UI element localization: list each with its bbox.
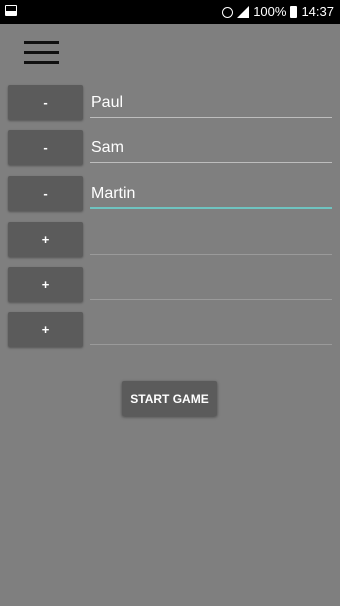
- battery-percent: 100%: [253, 4, 287, 19]
- player-name-input[interactable]: [90, 130, 332, 163]
- alarm-icon: [222, 6, 234, 18]
- player-name-input[interactable]: [90, 176, 332, 209]
- clock: 14:37: [301, 4, 334, 19]
- player-name-input[interactable]: [90, 267, 332, 300]
- battery-icon: [290, 6, 298, 18]
- hamburger-menu-icon: [24, 41, 59, 44]
- player-row: +: [0, 267, 340, 303]
- player-name-input[interactable]: [90, 85, 332, 118]
- notification-icon: [5, 5, 17, 16]
- menu-button[interactable]: [24, 40, 60, 66]
- player-name-input[interactable]: [90, 222, 332, 255]
- player-name-input[interactable]: [90, 312, 332, 345]
- hamburger-menu-icon-bar: [24, 51, 59, 54]
- status-bar: 100% 14:37: [0, 0, 340, 24]
- add-player-button[interactable]: +: [8, 312, 83, 347]
- hamburger-menu-icon-bar: [24, 61, 59, 64]
- player-row: -: [0, 176, 340, 212]
- signal-icon: [237, 6, 250, 18]
- player-row: -: [0, 130, 340, 166]
- player-row: -: [0, 85, 340, 121]
- start-game-button[interactable]: START GAME: [122, 381, 217, 416]
- player-row: +: [0, 222, 340, 258]
- remove-player-button[interactable]: -: [8, 85, 83, 120]
- add-player-button[interactable]: +: [8, 222, 83, 257]
- add-player-button[interactable]: +: [8, 267, 83, 302]
- remove-player-button[interactable]: -: [8, 176, 83, 211]
- remove-player-button[interactable]: -: [8, 130, 83, 165]
- player-row: +: [0, 312, 340, 348]
